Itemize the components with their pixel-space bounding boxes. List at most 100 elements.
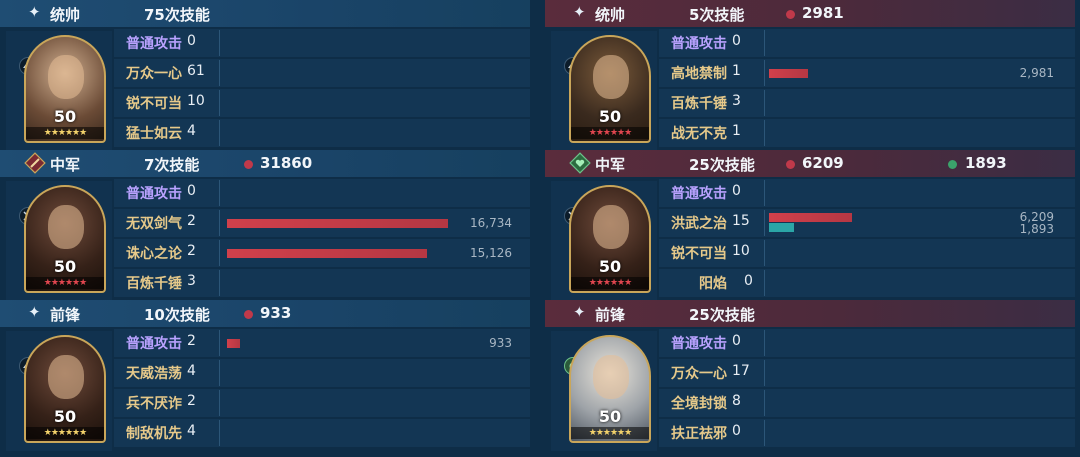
skill-row: 普通攻击 2 933 bbox=[114, 328, 530, 357]
row-divider bbox=[219, 120, 220, 146]
skill-row: 无双剑气 2 16,734 bbox=[114, 208, 530, 237]
sparkle-icon: ✦ bbox=[28, 303, 41, 321]
skill-row: 猛士如云 4 bbox=[114, 118, 530, 147]
skill-uses: 2 bbox=[187, 243, 196, 259]
hero-portrait: 50 ★★★★★★ bbox=[569, 185, 651, 293]
left-vanguard-block: ✦ 前锋 10次技能 933 50 ★★★★★★ 普通攻击 2 933 天威浩荡 bbox=[0, 300, 530, 451]
skill-uses: 8 bbox=[732, 393, 741, 409]
hero-face bbox=[48, 205, 84, 249]
sparkle-icon: ✦ bbox=[573, 303, 586, 321]
sparkle-icon: ✦ bbox=[573, 3, 586, 21]
skill-uses: 2 bbox=[187, 213, 196, 229]
skill-name: 全境封锁 bbox=[671, 396, 727, 412]
skill-name: 普通攻击 bbox=[126, 336, 182, 352]
skill-uses: 4 bbox=[187, 423, 196, 439]
row-divider bbox=[219, 270, 220, 296]
skill-name: 普通攻击 bbox=[671, 36, 727, 52]
skill-name: 高地禁制 bbox=[671, 66, 727, 82]
row-divider bbox=[764, 390, 765, 416]
hero-level: 50 bbox=[53, 257, 77, 276]
hero-portrait: 50 ★★★★★★ bbox=[24, 35, 106, 143]
heal-total: 1893 bbox=[965, 154, 1007, 172]
hero-card[interactable]: 50 ★★★★★★ bbox=[6, 181, 112, 301]
role-label: 前锋 bbox=[595, 306, 626, 324]
row-divider bbox=[764, 60, 765, 86]
row-divider bbox=[219, 390, 220, 416]
hero-stars: ★★★★★★ bbox=[26, 277, 104, 289]
skill-name: 普通攻击 bbox=[126, 36, 182, 52]
hero-card[interactable]: 50 ★★★★★★ bbox=[551, 31, 657, 151]
damage-dot bbox=[244, 160, 253, 169]
hero-face bbox=[593, 355, 629, 399]
damage-total: 31860 bbox=[260, 154, 313, 172]
damage-dot bbox=[244, 310, 253, 319]
skill-name: 兵不厌诈 bbox=[126, 396, 182, 412]
skill-uses: 0 bbox=[732, 333, 741, 349]
hero-card[interactable]: 50 ★★★★★★ bbox=[551, 331, 657, 451]
role-label: 中军 bbox=[50, 156, 81, 174]
right-center-block: 中军 25次技能 6209 1893 50 ★★★★★★ 普通攻击 0 洪武之治… bbox=[545, 150, 1075, 301]
hero-level: 50 bbox=[598, 107, 622, 126]
skill-name: 百炼千锤 bbox=[671, 96, 727, 112]
skill-uses: 2 bbox=[187, 333, 196, 349]
role-label: 统帅 bbox=[50, 6, 81, 24]
damage-value: 15,126 bbox=[470, 246, 512, 260]
hero-portrait: 50 ★★★★★★ bbox=[569, 35, 651, 143]
right-vanguard-block: ✦ 前锋 25次技能 50 ★★★★★★ 普通攻击 0 万众一心 17 全境封锁… bbox=[545, 300, 1075, 451]
skill-uses: 3 bbox=[187, 273, 196, 289]
hero-portrait: 50 ★★★★★★ bbox=[569, 335, 651, 443]
hero-face bbox=[593, 205, 629, 249]
skill-uses: 61 bbox=[187, 63, 205, 79]
skill-name: 锐不可当 bbox=[126, 96, 182, 112]
role-label: 前锋 bbox=[50, 306, 81, 324]
hero-card[interactable]: 50 ★★★★★★ bbox=[6, 331, 112, 451]
row-divider bbox=[764, 360, 765, 386]
hero-level: 50 bbox=[598, 257, 622, 276]
row-divider bbox=[764, 90, 765, 116]
row-divider bbox=[764, 420, 765, 446]
right-team-panel: ✦ 统帅 5次技能 2981 50 ★★★★★★ 普通攻击 0 高地禁制 1 2… bbox=[545, 0, 1075, 457]
skill-uses: 2 bbox=[187, 393, 196, 409]
skill-row: 天威浩荡 4 bbox=[114, 358, 530, 387]
row-divider bbox=[219, 330, 220, 356]
skill-uses: 4 bbox=[187, 123, 196, 139]
hero-stars: ★★★★★★ bbox=[571, 427, 649, 439]
skill-row: 扶正祛邪 0 bbox=[659, 418, 1075, 447]
skill-uses: 1 bbox=[732, 123, 741, 139]
skill-uses: 3 bbox=[732, 93, 741, 109]
skill-name: 普通攻击 bbox=[671, 336, 727, 352]
hero-face bbox=[48, 355, 84, 399]
skill-row: 高地禁制 1 2,981 bbox=[659, 58, 1075, 87]
row-divider bbox=[764, 270, 765, 296]
skill-uses: 1 bbox=[732, 63, 741, 79]
skill-row: 普通攻击 0 bbox=[659, 178, 1075, 207]
skill-row: 万众一心 61 bbox=[114, 58, 530, 87]
block-header: ✦ 前锋 10次技能 933 bbox=[0, 300, 530, 327]
row-divider bbox=[764, 180, 765, 206]
left-center-block: 中军 7次技能 31860 50 ★★★★★★ 普通攻击 0 无双剑气 2 16 bbox=[0, 150, 530, 301]
hero-level: 50 bbox=[53, 107, 77, 126]
skill-name: 制敌机先 bbox=[126, 426, 182, 442]
skill-row: 普通攻击 0 bbox=[659, 328, 1075, 357]
damage-bar bbox=[227, 249, 427, 258]
row-divider bbox=[219, 90, 220, 116]
damage-dot bbox=[786, 10, 795, 19]
role-label: 中军 bbox=[595, 156, 626, 174]
right-commander-block: ✦ 统帅 5次技能 2981 50 ★★★★★★ 普通攻击 0 高地禁制 1 2… bbox=[545, 0, 1075, 151]
hero-level: 50 bbox=[598, 407, 622, 426]
skill-row: 全境封锁 8 bbox=[659, 388, 1075, 417]
skill-name: 诛心之论 bbox=[126, 246, 182, 262]
heal-dot bbox=[948, 160, 957, 169]
skill-count: 25次技能 bbox=[689, 306, 755, 324]
hero-card[interactable]: 50 ★★★★★★ bbox=[551, 181, 657, 301]
hero-stars: ★★★★★★ bbox=[571, 127, 649, 139]
row-divider bbox=[219, 420, 220, 446]
damage-bar bbox=[769, 213, 852, 222]
hero-portrait: 50 ★★★★★★ bbox=[24, 335, 106, 443]
block-header: ✦ 统帅 5次技能 2981 bbox=[545, 0, 1075, 27]
damage-value: 933 bbox=[489, 336, 512, 350]
hero-card[interactable]: 50 ★★★★★★ bbox=[6, 31, 112, 151]
skill-name: 战无不克 bbox=[671, 126, 727, 142]
skill-uses: 17 bbox=[732, 363, 750, 379]
skill-row: 普通攻击 0 bbox=[114, 178, 530, 207]
